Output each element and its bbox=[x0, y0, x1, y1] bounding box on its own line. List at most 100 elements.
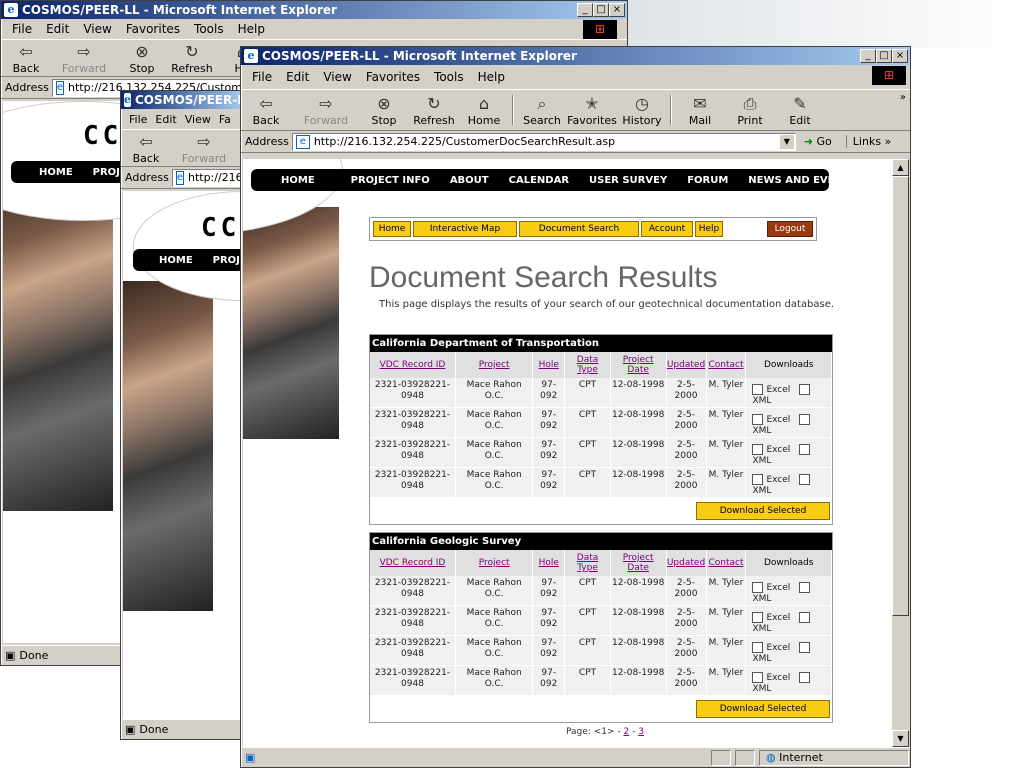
nav-news-events[interactable]: NEWS AND EVENTS bbox=[738, 175, 867, 186]
nav-home[interactable]: HOME bbox=[251, 175, 341, 186]
subnav-document-search[interactable]: Document Search bbox=[519, 221, 639, 237]
favorites-button[interactable]: ✭ Favorites bbox=[567, 94, 617, 127]
forward-button[interactable]: ⇨ Forward bbox=[59, 42, 109, 75]
stop-button[interactable]: ⊗ Stop bbox=[117, 42, 167, 75]
title-bar[interactable]: e COSMOS/PEER-LL - Microsoft Internet Exp… bbox=[241, 47, 910, 65]
address-input[interactable]: e http://216.132.254.225/CustomerDocSear… bbox=[291, 132, 796, 151]
column-header[interactable]: VDC Record ID bbox=[370, 352, 456, 378]
excel-checkbox[interactable] bbox=[752, 642, 764, 653]
column-header[interactable]: Contact bbox=[706, 550, 747, 576]
close-button[interactable]: × bbox=[609, 3, 625, 17]
edit-button[interactable]: ✎ Edit bbox=[775, 94, 825, 127]
download-selected-button[interactable]: Download Selected bbox=[696, 502, 830, 520]
menu-help[interactable]: Help bbox=[478, 70, 505, 84]
minimize-button[interactable]: _ bbox=[577, 3, 593, 17]
pager-link-2[interactable]: 2 bbox=[624, 727, 630, 737]
back-button[interactable]: ⇦ Back bbox=[241, 94, 291, 127]
column-header[interactable]: Hole bbox=[532, 550, 566, 576]
browser-window-front[interactable]: e COSMOS/PEER-LL - Microsoft Internet Exp… bbox=[240, 46, 911, 768]
menu-tools[interactable]: Tools bbox=[194, 22, 224, 36]
menu-file[interactable]: File bbox=[12, 22, 32, 36]
address-input[interactable]: ehttp://216.1 bbox=[171, 168, 243, 187]
scroll-down-arrow-icon[interactable]: ▼ bbox=[892, 730, 909, 747]
subnav-home[interactable]: Home bbox=[373, 221, 411, 237]
column-header[interactable]: Project Date bbox=[610, 352, 667, 378]
browser-window-back-2[interactable]: e COSMOS/PEER-LL File Edit View Fa ⇦ Back ⇨ Fo… bbox=[120, 90, 244, 740]
maximize-button[interactable]: □ bbox=[876, 49, 892, 63]
nav-project[interactable]: PROJ bbox=[203, 255, 243, 266]
address-dropdown-icon[interactable]: ▼ bbox=[779, 134, 794, 149]
excel-checkbox[interactable] bbox=[752, 444, 764, 455]
refresh-button[interactable]: ↻ Refresh bbox=[167, 42, 217, 75]
column-header[interactable]: Updated bbox=[666, 550, 707, 576]
nav-home[interactable]: HOME bbox=[133, 255, 203, 266]
xml-checkbox[interactable] bbox=[799, 672, 811, 683]
menu-edit[interactable]: Edit bbox=[46, 22, 69, 36]
search-button[interactable]: ⌕ Search bbox=[517, 94, 567, 127]
nav-home[interactable]: HOME bbox=[11, 167, 83, 178]
menu-help[interactable]: Help bbox=[238, 22, 265, 36]
history-button[interactable]: ◷ History bbox=[617, 94, 667, 127]
stop-button[interactable]: ⊗ Stop bbox=[359, 94, 409, 127]
menu-edit[interactable]: Edit bbox=[155, 113, 176, 126]
excel-checkbox[interactable] bbox=[752, 474, 764, 485]
xml-checkbox[interactable] bbox=[799, 444, 811, 455]
forward-button[interactable]: ⇨ Forward bbox=[179, 132, 229, 165]
excel-checkbox[interactable] bbox=[752, 582, 764, 593]
pager-link-3[interactable]: 3 bbox=[638, 727, 644, 737]
column-header[interactable]: Data Type bbox=[564, 352, 611, 378]
xml-checkbox[interactable] bbox=[799, 642, 811, 653]
menu-file[interactable]: File bbox=[129, 113, 147, 126]
column-header[interactable]: Data Type bbox=[564, 550, 611, 576]
nav-project-info[interactable]: PROJECT INFO bbox=[341, 175, 440, 186]
scrollbar-thumb[interactable] bbox=[892, 176, 909, 616]
vertical-scrollbar[interactable]: ▲ ▼ bbox=[892, 159, 909, 747]
column-header[interactable]: Project Date bbox=[610, 550, 667, 576]
excel-checkbox[interactable] bbox=[752, 612, 764, 623]
subnav-account[interactable]: Account bbox=[641, 221, 693, 237]
go-button[interactable]: ➜ Go bbox=[804, 135, 832, 148]
xml-checkbox[interactable] bbox=[799, 384, 811, 395]
logout-button[interactable]: Logout bbox=[767, 221, 813, 237]
xml-checkbox[interactable] bbox=[799, 612, 811, 623]
print-button[interactable]: ⎙ Print bbox=[725, 94, 775, 127]
excel-checkbox[interactable] bbox=[752, 414, 764, 425]
nav-about[interactable]: ABOUT bbox=[440, 175, 499, 186]
title-bar[interactable]: e COSMOS/PEER-LL bbox=[121, 91, 243, 109]
download-selected-button[interactable]: Download Selected bbox=[696, 700, 830, 718]
nav-forum[interactable]: FORUM bbox=[677, 175, 738, 186]
menu-view[interactable]: View bbox=[323, 70, 351, 84]
xml-checkbox[interactable] bbox=[799, 582, 811, 593]
minimize-button[interactable]: _ bbox=[860, 49, 876, 63]
maximize-button[interactable]: □ bbox=[593, 3, 609, 17]
subnav-help[interactable]: Help bbox=[695, 221, 723, 237]
menu-tools[interactable]: Tools bbox=[434, 70, 464, 84]
column-header[interactable]: Contact bbox=[706, 352, 747, 378]
column-header[interactable]: Updated bbox=[666, 352, 707, 378]
nav-user-survey[interactable]: USER SURVEY bbox=[579, 175, 677, 186]
back-button[interactable]: ⇦ Back bbox=[1, 42, 51, 75]
menu-edit[interactable]: Edit bbox=[286, 70, 309, 84]
home-button[interactable]: ⌂ Home bbox=[459, 94, 509, 127]
excel-checkbox[interactable] bbox=[752, 672, 764, 683]
menu-favorites[interactable]: Favorites bbox=[126, 22, 180, 36]
menu-favorites[interactable]: Favorites bbox=[366, 70, 420, 84]
toolbar-overflow-icon[interactable]: » bbox=[900, 92, 906, 103]
title-bar[interactable]: e COSMOS/PEER-LL - Microsoft Internet Exp… bbox=[1, 1, 627, 19]
xml-checkbox[interactable] bbox=[799, 474, 811, 485]
links-button[interactable]: Links » bbox=[845, 135, 891, 148]
column-header[interactable]: Project bbox=[455, 352, 534, 378]
forward-button[interactable]: ⇨ Forward bbox=[301, 94, 351, 127]
subnav-interactive-map[interactable]: Interactive Map bbox=[413, 221, 517, 237]
menu-favorites[interactable]: Fa bbox=[219, 113, 231, 126]
refresh-button[interactable]: ↻ Refresh bbox=[409, 94, 459, 127]
column-header[interactable]: Hole bbox=[532, 352, 566, 378]
nav-calendar[interactable]: CALENDAR bbox=[499, 175, 579, 186]
menu-file[interactable]: File bbox=[252, 70, 272, 84]
mail-button[interactable]: ✉ Mail bbox=[675, 94, 725, 127]
excel-checkbox[interactable] bbox=[752, 384, 764, 395]
column-header[interactable]: Project bbox=[455, 550, 534, 576]
column-header[interactable]: VDC Record ID bbox=[370, 550, 456, 576]
menu-view[interactable]: View bbox=[83, 22, 111, 36]
menu-view[interactable]: View bbox=[185, 113, 211, 126]
